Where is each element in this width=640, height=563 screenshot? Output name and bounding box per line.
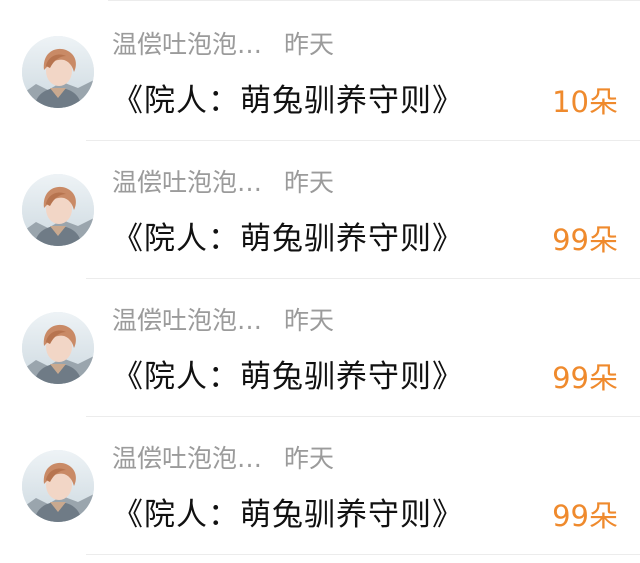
gift-count: 10朵 [552, 85, 618, 119]
time-label: 昨天 [284, 30, 335, 59]
gift-count: 99朵 [552, 361, 618, 395]
book-title[interactable]: 《院人：萌兔驯养守则》 [112, 217, 464, 261]
gift-count: 99朵 [552, 223, 618, 257]
sender-name[interactable]: 温偿吐泡泡… [112, 306, 262, 335]
avatar-photo-icon [22, 174, 94, 246]
divider [86, 554, 640, 555]
time-label: 昨天 [284, 306, 335, 335]
list-item[interactable]: 温偿吐泡泡… 昨天 《院人：萌兔驯养守则》 99朵 [0, 279, 640, 417]
time-label: 昨天 [284, 168, 335, 197]
avatar[interactable] [22, 450, 94, 522]
sender-meta: 温偿吐泡泡… 昨天 [112, 441, 334, 477]
avatar-photo-icon [22, 312, 94, 384]
avatar[interactable] [22, 312, 94, 384]
divider [108, 0, 640, 1]
book-title[interactable]: 《院人：萌兔驯养守则》 [112, 493, 464, 537]
list-item[interactable]: 温偿吐泡泡… 昨天 《院人：萌兔驯养守则》 99朵 [0, 417, 640, 555]
list-item[interactable]: 温偿吐泡泡… 昨天 《院人：萌兔驯养守则》 10朵 [0, 3, 640, 141]
book-title[interactable]: 《院人：萌兔驯养守则》 [112, 355, 464, 399]
book-title[interactable]: 《院人：萌兔驯养守则》 [112, 79, 464, 123]
avatar[interactable] [22, 36, 94, 108]
sender-meta: 温偿吐泡泡… 昨天 [112, 27, 334, 63]
sender-name[interactable]: 温偿吐泡泡… [112, 30, 262, 59]
list-item[interactable]: 温偿吐泡泡… 昨天 《院人：萌兔驯养守则》 99朵 [0, 141, 640, 279]
sender-meta: 温偿吐泡泡… 昨天 [112, 165, 334, 201]
time-label: 昨天 [284, 444, 335, 473]
avatar-photo-icon [22, 450, 94, 522]
sender-name[interactable]: 温偿吐泡泡… [112, 168, 262, 197]
avatar-photo-icon [22, 36, 94, 108]
avatar[interactable] [22, 174, 94, 246]
sender-name[interactable]: 温偿吐泡泡… [112, 444, 262, 473]
gift-count: 99朵 [552, 499, 618, 533]
sender-meta: 温偿吐泡泡… 昨天 [112, 303, 334, 339]
